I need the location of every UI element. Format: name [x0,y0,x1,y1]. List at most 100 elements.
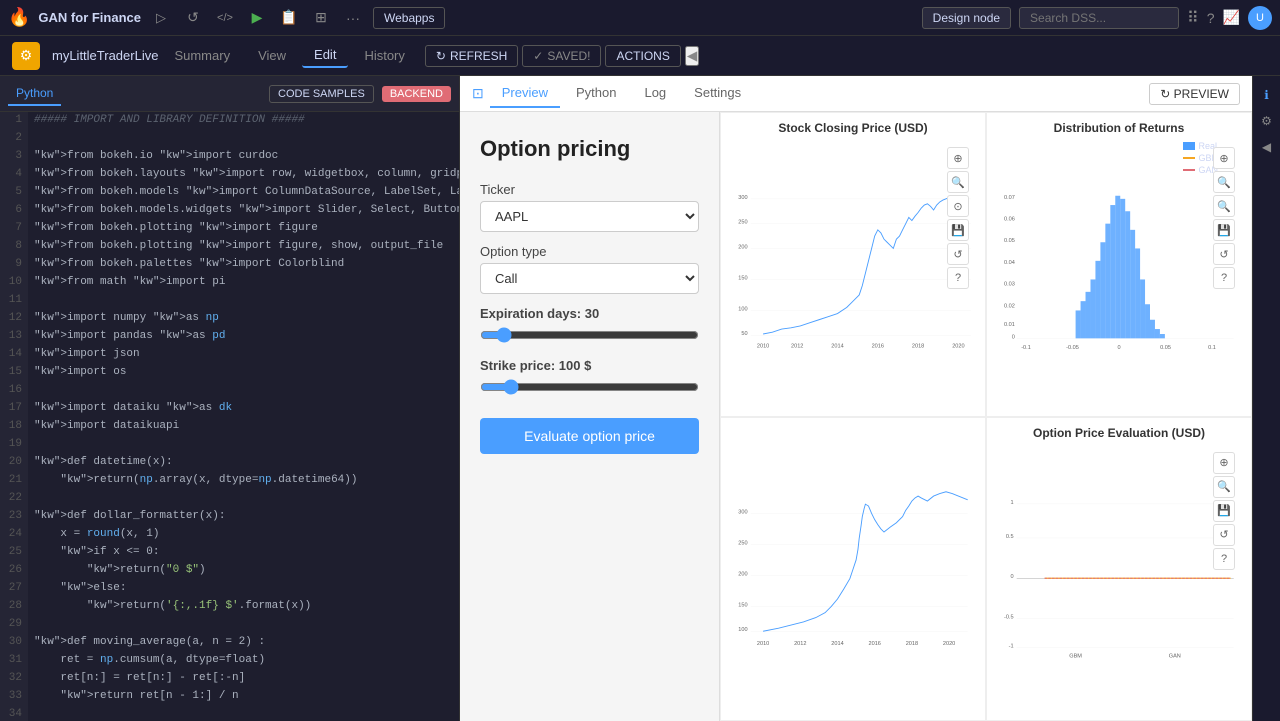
form-title: Option pricing [480,136,699,162]
top-bar: 🔥 GAN for Finance ▷ ↺ </> ▶ 📋 ⊞ ··· Weba… [0,0,1280,36]
design-node-button[interactable]: Design node [922,7,1011,29]
code-line: 8"kw">from bokeh.plotting "kw">import fi… [0,238,459,256]
option-eval-canvas: ⊕ 🔍 💾 ↺ ? 1 0.5 0 -0.5 -1 [995,444,1243,713]
grid-icon[interactable]: ⊞ [309,6,333,30]
help-chart-icon-2[interactable]: ? [1213,267,1235,289]
search-input[interactable] [1019,7,1179,29]
svg-text:2018: 2018 [912,344,924,350]
save-icon[interactable]: 💾 [947,219,969,241]
preview-button[interactable]: ↻ PREVIEW [1149,83,1240,105]
tab-settings[interactable]: Settings [682,79,753,108]
preview-tabs: ⊡ Preview Python Log Settings ↻ PREVIEW [460,76,1252,112]
code-line: 11 [0,292,459,310]
svg-text:2012: 2012 [791,344,803,350]
svg-text:2010: 2010 [757,344,769,350]
returns-chart-title: Distribution of Returns [995,121,1243,135]
code-line: 3"kw">from bokeh.io "kw">import curdoc [0,148,459,166]
code-line: 17"kw">import dataiku "kw">as dk [0,400,459,418]
flow-nav-icon[interactable]: ▷ [149,6,173,30]
nav-summary[interactable]: Summary [162,44,242,67]
backend-button[interactable]: BACKEND [382,86,451,102]
code-toolbar: Python CODE SAMPLES BACKEND [0,76,459,112]
code-line: 25 "kw">if x <= 0: [0,544,459,562]
zoom-icon-3[interactable]: 🔍 [1213,476,1235,498]
returns-chart-canvas: ⊕ 🔍 🔍 💾 ↺ ? 0.07 0.06 0.05 0.0 [995,139,1243,408]
zoom-icon[interactable]: 🔍 [947,171,969,193]
reset-icon-3[interactable]: ↺ [1213,524,1235,546]
svg-text:0.07: 0.07 [1004,195,1015,201]
code-line: 19 [0,436,459,454]
svg-text:0.04: 0.04 [1004,260,1015,266]
code-line: 7"kw">from bokeh.plotting "kw">import fi… [0,220,459,238]
grid-apps-icon[interactable]: ⠿ [1187,8,1199,28]
svg-text:0.03: 0.03 [1004,282,1015,288]
strike-unit: $ [584,358,591,373]
webapps-button[interactable]: Webapps [373,7,445,29]
code-line: 33 "kw">return ret[n - 1:] / n [0,688,459,706]
reset-icon-2[interactable]: ↺ [1213,243,1235,265]
code-samples-button[interactable]: CODE SAMPLES [269,85,374,103]
code-line: 28 "kw">return('{:,.1f} $'.format(x)) [0,598,459,616]
svg-text:0: 0 [1010,574,1013,580]
svg-text:300: 300 [738,509,747,515]
save-icon-2[interactable]: 💾 [1213,219,1235,241]
pan-icon-2[interactable]: ⊕ [1213,147,1235,169]
settings-rt-btn[interactable]: ⚙ [1256,110,1278,132]
nav-view[interactable]: View [246,44,298,67]
svg-text:0.05: 0.05 [1160,345,1171,351]
nav-edit[interactable]: Edit [302,43,348,68]
returns-chart: Distribution of Returns Real GBM GAN ⊕ 🔍… [986,112,1252,417]
info-btn[interactable]: ℹ [1256,84,1278,106]
analytics-icon[interactable]: 📈 [1223,9,1240,26]
svg-text:0.1: 0.1 [1208,345,1216,351]
help-icon-3[interactable]: ? [1213,548,1235,570]
save-icon-3[interactable]: 💾 [1213,500,1235,522]
svg-text:-0.1: -0.1 [1021,345,1031,351]
pan-icon-3[interactable]: ⊕ [1213,452,1235,474]
code-line: 13"kw">import pandas "kw">as pd [0,328,459,346]
code-editor[interactable]: 1##### IMPORT AND LIBRARY DEFINITION ###… [0,112,459,721]
svg-text:0.05: 0.05 [1004,238,1015,244]
code-line: 18"kw">import dataikuapi [0,418,459,436]
preview-content: Option pricing Ticker AAPL GOOG MSFT TSL… [460,112,1252,721]
tab-preview[interactable]: Preview [490,79,560,108]
tab-log[interactable]: Log [632,79,678,108]
user-avatar[interactable]: U [1248,6,1272,30]
code-icon[interactable]: </> [213,6,237,30]
zoom-out-icon[interactable]: 🔍 [1213,195,1235,217]
right-toolbar: ℹ ⚙ ◀ [1252,76,1280,721]
svg-text:100: 100 [738,627,747,633]
option-eval-chart: Option Price Evaluation (USD) ⊕ 🔍 💾 ↺ ? … [986,417,1252,721]
run-icon[interactable]: ▶ [245,6,269,30]
code-line: 6"kw">from bokeh.models.widgets "kw">imp… [0,202,459,220]
refresh-button[interactable]: ↻ REFRESH [425,45,518,67]
tab-python[interactable]: Python [564,79,628,108]
expiration-label: Expiration days: 30 [480,306,699,321]
ticker-select[interactable]: AAPL GOOG MSFT TSLA [480,201,699,232]
clipboard-icon[interactable]: 📋 [277,6,301,30]
hover-icon[interactable]: ⊙ [947,195,969,217]
expiration-slider[interactable] [480,327,699,343]
help-icon[interactable]: ? [1207,10,1215,26]
reset-icon[interactable]: ↺ [947,243,969,265]
more-icon[interactable]: ··· [341,6,365,30]
svg-text:1: 1 [1010,499,1013,505]
collapse-icon[interactable]: ◀ [685,46,699,66]
option-type-select[interactable]: Call Put [480,263,699,294]
saved-button[interactable]: ✓ SAVED! [522,45,601,67]
pan-icon[interactable]: ⊕ [947,147,969,169]
help-chart-icon[interactable]: ? [947,267,969,289]
svg-text:250: 250 [738,220,747,226]
code-line: 26 "kw">return("0 $") [0,562,459,580]
nav-title: myLittleTraderLive [52,48,158,63]
refresh-icon[interactable]: ↺ [181,6,205,30]
option-type-label: Option type [480,244,699,259]
nav-history[interactable]: History [352,44,416,67]
zoom-in-icon[interactable]: 🔍 [1213,171,1235,193]
strike-slider[interactable] [480,379,699,395]
evaluate-button[interactable]: Evaluate option price [480,418,699,454]
code-line: 12"kw">import numpy "kw">as np [0,310,459,328]
actions-button[interactable]: ACTIONS [605,45,680,67]
arrow-rt-btn[interactable]: ◀ [1256,136,1278,158]
python-tab[interactable]: Python [8,82,61,106]
